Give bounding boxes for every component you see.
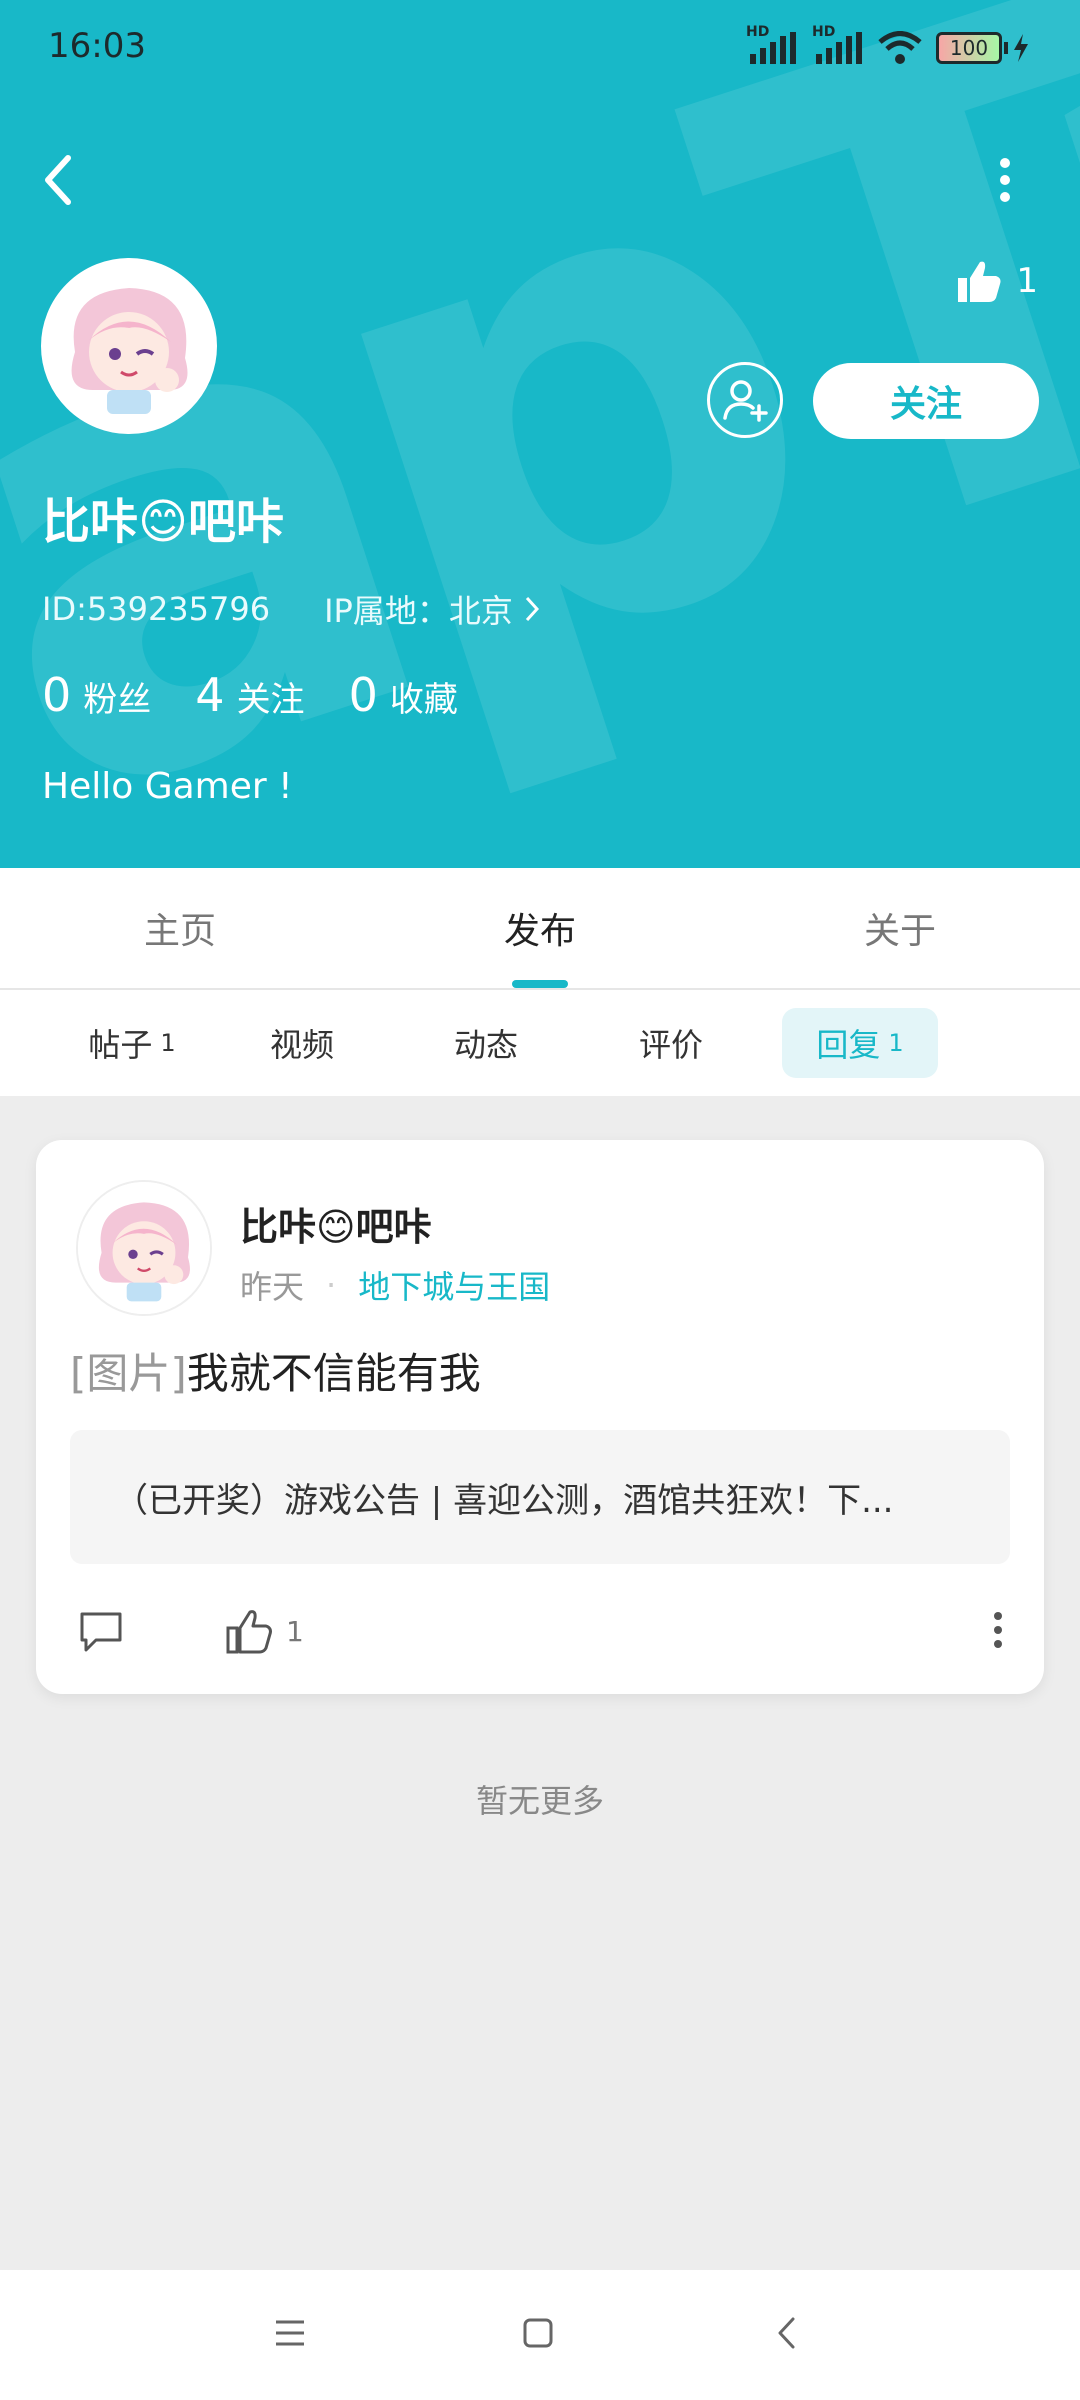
back-icon[interactable] bbox=[776, 2316, 796, 2350]
profile-header: apTa 16:03 HD HD 100 1 关注 比咔😊吧咔 ID:53923… bbox=[0, 0, 1080, 868]
tab-indicator bbox=[512, 980, 568, 988]
ip-location[interactable]: IP属地：北京 bbox=[324, 586, 539, 632]
thumb-up-icon bbox=[958, 261, 1001, 302]
profile-avatar[interactable] bbox=[41, 258, 217, 434]
thumb-up-icon bbox=[226, 1610, 272, 1654]
menu-icon[interactable] bbox=[274, 2318, 306, 2348]
profile-likes-count: 1 bbox=[1016, 261, 1038, 301]
stat-favorites-count: 0 bbox=[348, 668, 378, 722]
post-author-name[interactable]: 比咔😊吧咔 bbox=[240, 1196, 432, 1251]
quoted-post-text: （已开奖）游戏公告 | 喜迎公测，酒馆共狂欢！下... bbox=[114, 1480, 894, 1521]
ip-location-label: IP属地：北京 bbox=[324, 592, 513, 630]
stat-following-count: 4 bbox=[195, 668, 225, 722]
stat-fans-label: 粉丝 bbox=[83, 680, 152, 720]
profile-id: ID:539235796 bbox=[42, 590, 271, 628]
follow-button[interactable]: 关注 bbox=[813, 363, 1039, 439]
stat-favorites[interactable]: 0 收藏 bbox=[349, 668, 458, 722]
avatar-image bbox=[78, 1182, 210, 1314]
profile-tabs: 主页 发布 关于 bbox=[0, 868, 1080, 990]
battery-icon: 100 bbox=[936, 32, 1030, 64]
battery-level: 100 bbox=[936, 32, 1002, 64]
subtab-replies[interactable]: 回复 1 bbox=[782, 1008, 938, 1078]
stat-following-label: 关注 bbox=[236, 680, 305, 720]
status-bar: 16:03 HD HD 100 bbox=[0, 0, 1080, 100]
tab-posts[interactable]: 发布 bbox=[440, 868, 640, 988]
network-type-label: HD bbox=[812, 24, 836, 40]
no-more-text: 暂无更多 bbox=[475, 1782, 604, 1820]
subtab-moments-label: 动态 bbox=[453, 1026, 518, 1064]
back-icon[interactable] bbox=[38, 150, 78, 210]
post-like-button[interactable]: 1 bbox=[226, 1608, 304, 1654]
post-image-tag: [图片] bbox=[70, 1349, 187, 1398]
subtab-videos[interactable]: 视频 bbox=[242, 1008, 362, 1078]
wifi-icon bbox=[878, 31, 922, 64]
subtab-replies-label: 回复 bbox=[816, 1026, 881, 1064]
subtab-threads-count: 1 bbox=[160, 1029, 176, 1057]
network-type-label: HD bbox=[746, 24, 770, 40]
signal-icon: HD bbox=[746, 24, 798, 66]
stat-fans-count: 0 bbox=[42, 668, 72, 722]
post-like-count: 1 bbox=[286, 1614, 304, 1648]
subtab-videos-label: 视频 bbox=[269, 1026, 334, 1064]
subtab-reviews[interactable]: 评价 bbox=[611, 1008, 731, 1078]
post-actions: 1 bbox=[36, 1592, 1044, 1672]
chevron-right-icon bbox=[525, 596, 539, 622]
subtab-threads-label: 帖子 bbox=[88, 1026, 153, 1064]
status-icons: HD HD 100 bbox=[746, 24, 1030, 66]
stat-favorites-label: 收藏 bbox=[389, 680, 458, 720]
post-game-link[interactable]: 地下城与王国 bbox=[358, 1262, 550, 1308]
post-meta: 昨天 · 地下城与王国 bbox=[240, 1262, 550, 1308]
more-vertical-icon[interactable] bbox=[993, 155, 1017, 205]
quoted-post[interactable]: （已开奖）游戏公告 | 喜迎公测，酒馆共狂欢！下... bbox=[70, 1430, 1010, 1564]
subtab-moments[interactable]: 动态 bbox=[426, 1008, 546, 1078]
post-filter-tabs: 帖子 1 视频 动态 评价 回复 1 bbox=[0, 990, 1080, 1096]
tab-about[interactable]: 关于 bbox=[800, 868, 1000, 988]
post-time: 昨天 bbox=[240, 1268, 305, 1306]
tab-home[interactable]: 主页 bbox=[80, 868, 280, 988]
comment-icon[interactable] bbox=[78, 1610, 124, 1654]
status-time: 16:03 bbox=[48, 26, 146, 66]
profile-stats: 0 粉丝 4 关注 0 收藏 bbox=[42, 668, 458, 722]
subtab-replies-count: 1 bbox=[888, 1029, 904, 1057]
post-text: [图片]我就不信能有我 bbox=[70, 1340, 481, 1401]
profile-likes[interactable]: 1 bbox=[956, 258, 1038, 304]
home-icon[interactable] bbox=[522, 2317, 554, 2349]
more-vertical-icon[interactable] bbox=[990, 1610, 1006, 1650]
profile-meta: ID:539235796 IP属地：北京 bbox=[42, 586, 539, 632]
system-nav-bar bbox=[0, 2270, 1080, 2400]
post-body: 我就不信能有我 bbox=[186, 1349, 481, 1398]
post-author-avatar[interactable] bbox=[76, 1180, 212, 1316]
meta-separator: · bbox=[326, 1266, 337, 1304]
add-friend-button[interactable] bbox=[707, 362, 783, 438]
add-friend-icon bbox=[723, 380, 768, 422]
subtab-reviews-label: 评价 bbox=[638, 1026, 703, 1064]
stat-fans[interactable]: 0 粉丝 bbox=[42, 668, 151, 722]
avatar-image bbox=[45, 262, 213, 430]
profile-bio: Hello Gamer ! bbox=[42, 766, 293, 807]
signal-icon: HD bbox=[812, 24, 864, 66]
stat-following[interactable]: 4 关注 bbox=[195, 668, 304, 722]
post-card[interactable]: 比咔😊吧咔 昨天 · 地下城与王国 [图片]我就不信能有我 （已开奖）游戏公告 … bbox=[36, 1140, 1044, 1694]
profile-username: 比咔😊吧咔 bbox=[42, 494, 285, 550]
subtab-threads[interactable]: 帖子 1 bbox=[62, 1008, 202, 1078]
